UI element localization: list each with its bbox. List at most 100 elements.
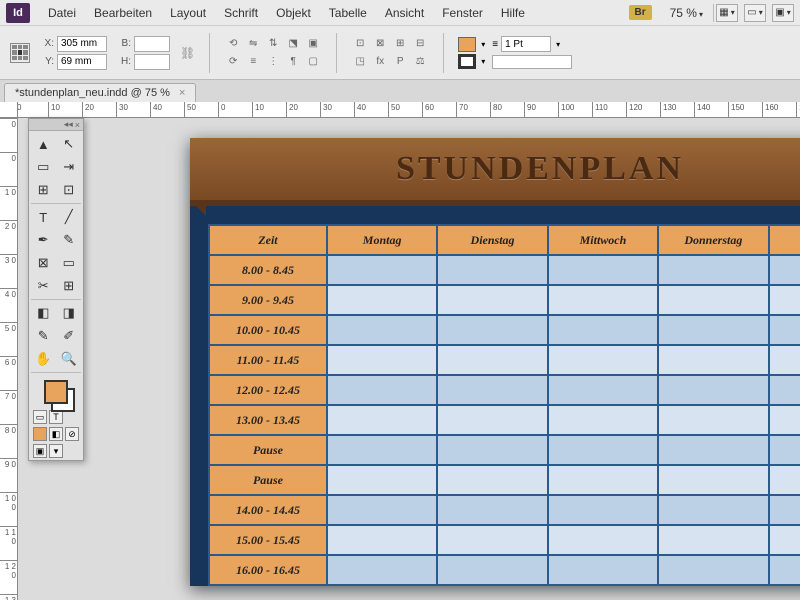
apply-color-icon[interactable]: [33, 427, 47, 441]
hand-tool[interactable]: ✋: [31, 348, 56, 370]
schedule-cell[interactable]: [548, 285, 658, 315]
column-header[interactable]: Dienstag: [437, 225, 547, 255]
schedule-cell[interactable]: [658, 435, 768, 465]
time-cell[interactable]: 14.00 - 14.45: [209, 495, 327, 525]
chevron-down-icon[interactable]: ▾: [49, 444, 63, 458]
schedule-cell[interactable]: [769, 405, 800, 435]
schedule-cell[interactable]: [437, 525, 547, 555]
fit-frame-icon[interactable]: ⊠: [371, 36, 389, 52]
pen-tool[interactable]: ✒: [31, 229, 56, 251]
schedule-cell[interactable]: [437, 345, 547, 375]
eyedropper-tool[interactable]: ✐: [57, 325, 82, 347]
column-header[interactable]: Donnerstag: [658, 225, 768, 255]
schedule-cell[interactable]: [658, 255, 768, 285]
select-content-icon[interactable]: ▢: [304, 54, 322, 70]
scissors-tool[interactable]: ✂: [31, 275, 56, 297]
schedule-cell[interactable]: [658, 465, 768, 495]
gradient-feather-tool[interactable]: ◨: [57, 302, 82, 324]
schedule-cell[interactable]: [769, 495, 800, 525]
horizontal-ruler[interactable]: 0102030405001020304050607080901001101201…: [18, 102, 800, 118]
bridge-badge[interactable]: Br: [629, 5, 652, 20]
schedule-cell[interactable]: [769, 255, 800, 285]
schedule-cell[interactable]: [437, 495, 547, 525]
align-icon[interactable]: ≡: [244, 54, 262, 70]
x-field[interactable]: [57, 36, 107, 52]
fill-color-swatch[interactable]: [44, 380, 68, 404]
document-page[interactable]: STUNDENPLAN ZeitMontagDienstagMittwochDo…: [190, 138, 800, 586]
distribute-icon[interactable]: ⋮: [264, 54, 282, 70]
line-tool[interactable]: ╱: [57, 206, 82, 228]
zoom-level[interactable]: 75 %▾: [670, 6, 703, 20]
schedule-cell[interactable]: [437, 405, 547, 435]
schedule-cell[interactable]: [548, 435, 658, 465]
schedule-cell[interactable]: [327, 345, 437, 375]
schedule-cell[interactable]: [769, 375, 800, 405]
schedule-cell[interactable]: [437, 285, 547, 315]
fill-frame-icon[interactable]: ⊟: [411, 36, 429, 52]
fit-content-icon[interactable]: ⊡: [351, 36, 369, 52]
column-header[interactable]: Zeit: [209, 225, 327, 255]
collapse-icon[interactable]: ◂◂: [64, 119, 73, 130]
free-transform-tool[interactable]: ⊞: [57, 275, 82, 297]
schedule-cell[interactable]: [437, 255, 547, 285]
column-header[interactable]: Montag: [327, 225, 437, 255]
fill-swatch[interactable]: [458, 37, 476, 52]
reference-point-icon[interactable]: [10, 43, 30, 63]
flip-v-icon[interactable]: ⇅: [264, 36, 282, 52]
schedule-cell[interactable]: [769, 285, 800, 315]
rotate-ccw-icon[interactable]: ⟳: [224, 54, 242, 70]
rectangle-frame-tool[interactable]: ⊠: [31, 252, 56, 274]
schedule-cell[interactable]: [658, 555, 768, 585]
schedule-cell[interactable]: [548, 345, 658, 375]
time-cell[interactable]: Pause: [209, 435, 327, 465]
format-text-icon[interactable]: T: [49, 410, 63, 424]
chevron-down-icon[interactable]: ▾: [481, 57, 485, 66]
time-cell[interactable]: 11.00 - 11.45: [209, 345, 327, 375]
width-field[interactable]: [134, 36, 170, 52]
schedule-cell[interactable]: [327, 285, 437, 315]
height-field[interactable]: [134, 54, 170, 70]
menu-objekt[interactable]: Objekt: [268, 3, 319, 23]
apply-none-icon[interactable]: ⊘: [65, 427, 79, 441]
schedule-cell[interactable]: [769, 525, 800, 555]
schedule-cell[interactable]: [769, 435, 800, 465]
ruler-origin[interactable]: [0, 102, 18, 118]
schedule-cell[interactable]: [658, 525, 768, 555]
corner-options-icon[interactable]: ◳: [351, 54, 369, 70]
screen-mode-icon[interactable]: ▭▾: [744, 4, 766, 22]
schedule-cell[interactable]: [437, 375, 547, 405]
schedule-cell[interactable]: [658, 285, 768, 315]
menu-bearbeiten[interactable]: Bearbeiten: [86, 3, 160, 23]
schedule-cell[interactable]: [327, 255, 437, 285]
fill-stroke-swatches[interactable]: [29, 376, 83, 408]
schedule-cell[interactable]: [327, 375, 437, 405]
schedule-cell[interactable]: [437, 465, 547, 495]
pencil-tool[interactable]: ✎: [57, 229, 82, 251]
panel-header[interactable]: ◂◂×: [29, 119, 83, 131]
column-header[interactable]: F: [769, 225, 800, 255]
page-tool[interactable]: ▭: [31, 156, 56, 178]
direct-selection-tool[interactable]: ↖: [57, 133, 82, 155]
stroke-style-field[interactable]: [492, 55, 572, 69]
time-cell[interactable]: 8.00 - 8.45: [209, 255, 327, 285]
time-cell[interactable]: 13.00 - 13.45: [209, 405, 327, 435]
schedule-cell[interactable]: [548, 405, 658, 435]
selection-tool[interactable]: ▲: [31, 133, 56, 155]
rectangle-tool[interactable]: ▭: [57, 252, 82, 274]
time-cell[interactable]: 10.00 - 10.45: [209, 315, 327, 345]
chevron-down-icon[interactable]: ▾: [481, 40, 485, 49]
time-cell[interactable]: 16.00 - 16.45: [209, 555, 327, 585]
schedule-cell[interactable]: [327, 465, 437, 495]
time-cell[interactable]: Pause: [209, 465, 327, 495]
schedule-cell[interactable]: [548, 375, 658, 405]
balance-icon[interactable]: ⚖: [411, 54, 429, 70]
schedule-cell[interactable]: [769, 555, 800, 585]
tab-document[interactable]: *stundenplan_neu.indd @ 75 % ×: [4, 83, 196, 102]
close-icon[interactable]: ×: [75, 120, 80, 130]
arrange-icon[interactable]: ▣▾: [772, 4, 794, 22]
vertical-ruler[interactable]: 001 02 03 04 05 06 07 08 09 01 0 01 1 01…: [0, 118, 18, 600]
text-wrap-icon[interactable]: ¶: [284, 54, 302, 70]
apply-gradient-icon[interactable]: ◧: [49, 427, 63, 441]
schedule-cell[interactable]: [548, 255, 658, 285]
gradient-swatch-tool[interactable]: ◧: [31, 302, 56, 324]
